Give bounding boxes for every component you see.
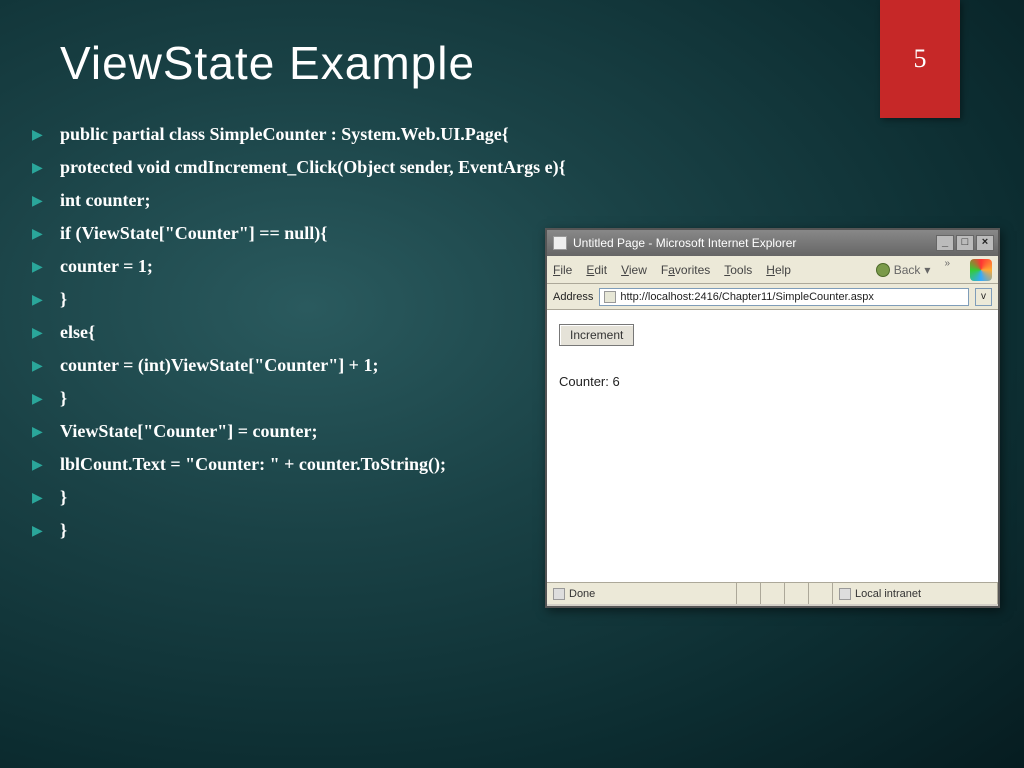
page-icon	[604, 291, 616, 303]
menu-favorites[interactable]: Favorites	[661, 263, 710, 277]
menu-help[interactable]: Help	[766, 263, 791, 277]
code-line: ▶public partial class SimpleCounter : Sy…	[32, 118, 1024, 151]
menu-tools[interactable]: Tools	[724, 263, 752, 277]
address-label: Address	[553, 291, 593, 303]
url-text: http://localhost:2416/Chapter11/SimpleCo…	[620, 291, 874, 303]
bullet-icon: ▶	[32, 291, 60, 308]
minimize-button[interactable]: _	[936, 235, 954, 251]
page-number-ribbon: 5	[880, 0, 960, 118]
status-zone: Local intranet	[855, 588, 921, 600]
bullet-icon: ▶	[32, 225, 60, 242]
close-button[interactable]: ×	[976, 235, 994, 251]
ie-logo-icon	[970, 259, 992, 281]
menu-view[interactable]: View	[621, 263, 647, 277]
bullet-icon: ▶	[32, 522, 60, 539]
menu-file[interactable]: File	[553, 263, 572, 277]
bullet-icon: ▶	[32, 489, 60, 506]
bullet-icon: ▶	[32, 159, 60, 176]
window-title: Untitled Page - Microsoft Internet Explo…	[573, 236, 796, 250]
bullet-icon: ▶	[32, 324, 60, 341]
menu-bar: File Edit View Favorites Tools Help Back…	[547, 256, 998, 284]
code-line: ▶protected void cmdIncrement_Click(Objec…	[32, 151, 1024, 184]
bullet-icon: ▶	[32, 456, 60, 473]
menu-edit[interactable]: Edit	[586, 263, 607, 277]
status-bar: Done Local intranet	[547, 582, 998, 604]
zone-icon	[839, 588, 851, 600]
bullet-icon: ▶	[32, 192, 60, 209]
title-bar: Untitled Page - Microsoft Internet Explo…	[547, 230, 998, 256]
bullet-icon: ▶	[32, 390, 60, 407]
page-content: Increment Counter: 6	[547, 310, 998, 582]
toolbar-overflow-icon[interactable]: »	[944, 258, 950, 269]
increment-button[interactable]: Increment	[559, 324, 634, 346]
address-bar: Address http://localhost:2416/Chapter11/…	[547, 284, 998, 310]
back-icon	[876, 263, 890, 277]
back-button[interactable]: Back ▾	[876, 263, 931, 277]
maximize-button[interactable]: □	[956, 235, 974, 251]
bullet-icon: ▶	[32, 423, 60, 440]
address-input[interactable]: http://localhost:2416/Chapter11/SimpleCo…	[599, 288, 969, 306]
bullet-icon: ▶	[32, 357, 60, 374]
status-done: Done	[569, 588, 595, 600]
bullet-icon: ▶	[32, 126, 60, 143]
app-icon	[553, 236, 567, 250]
slide-title: ViewState Example	[0, 0, 1024, 90]
code-line: ▶int counter;	[32, 184, 1024, 217]
counter-label: Counter: 6	[559, 374, 986, 389]
browser-window: Untitled Page - Microsoft Internet Explo…	[545, 228, 1000, 608]
bullet-icon: ▶	[32, 258, 60, 275]
done-icon	[553, 588, 565, 600]
address-dropdown-button[interactable]: v	[975, 288, 992, 306]
